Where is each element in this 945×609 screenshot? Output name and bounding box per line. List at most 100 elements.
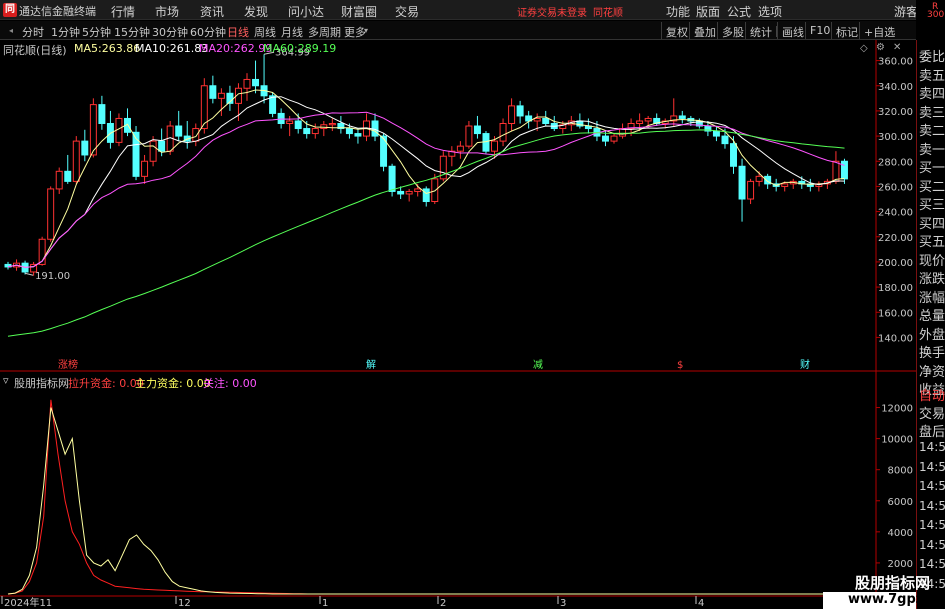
multi-stock-button[interactable]: 多股 <box>717 22 748 39</box>
menu-item-guest[interactable]: 游客 <box>894 3 918 20</box>
quote-label: 买一 <box>919 161 945 176</box>
candle-body <box>81 140 89 156</box>
candle-body <box>712 130 720 137</box>
ma10-label: MA10:261.83 <box>135 42 209 55</box>
more-dropdown-icon[interactable]: ▾ <box>364 26 368 35</box>
period-weekly[interactable]: 周线 <box>254 24 276 40</box>
ma20-label: MA20:262.99 <box>199 42 273 55</box>
quote-tab[interactable]: 交易 <box>919 403 945 422</box>
quote-label: 买五 <box>919 235 945 250</box>
event-marker: 财 <box>800 358 810 371</box>
candle-body <box>644 117 652 122</box>
watermark-title: 股朋指标网 <box>855 574 931 592</box>
candle-body <box>832 160 840 182</box>
menu-item-wealth[interactable]: 财富圈 <box>341 3 377 20</box>
quote-header-code: 300 <box>927 10 945 20</box>
candle-body <box>158 140 166 152</box>
candle-body <box>141 160 149 177</box>
indicator-collapse-icon[interactable]: ▿ <box>3 374 9 387</box>
candle-body <box>72 140 80 182</box>
add-favorite-button[interactable]: +自选 <box>859 22 899 39</box>
app-logo-icon: 同 <box>3 3 17 17</box>
candle-body <box>465 125 473 147</box>
period-monthly[interactable]: 月线 <box>281 24 303 40</box>
chart-collapse-icon[interactable]: ◇ <box>860 43 868 54</box>
quote-header <box>916 0 945 40</box>
indicator-title: 股朋指标网 <box>14 377 69 390</box>
candle-body <box>533 117 541 122</box>
event-marker: 涨榜 <box>58 358 78 371</box>
price-chart[interactable]: 360.00 340.00 320.00 300.00 280.00 260.00 240.… <box>0 40 916 372</box>
period-daily[interactable]: 日线 <box>227 24 249 40</box>
candle-body <box>269 95 277 114</box>
y-tick-label: 200.00 <box>878 258 913 269</box>
candle-body <box>98 104 106 124</box>
quote-tab[interactable]: 盘后 <box>919 421 945 440</box>
menu-item-market[interactable]: 行情 <box>111 3 135 20</box>
statistics-button[interactable]: 统计 <box>745 22 776 39</box>
candle-body <box>482 133 490 152</box>
period-1min[interactable]: 1分钟 <box>51 24 80 40</box>
trade-time: 14:56 <box>919 459 945 474</box>
y-tick-label: 140.00 <box>878 333 913 344</box>
candle-body <box>320 124 328 130</box>
restore-right-button[interactable]: 复权 <box>661 22 692 39</box>
candle-body <box>730 143 737 167</box>
quote-label: 换手 <box>919 346 945 361</box>
period-30min[interactable]: 30分钟 <box>152 24 188 40</box>
period-5min[interactable]: 5分钟 <box>82 24 111 40</box>
chart-settings-icon[interactable]: ⚙ <box>876 42 885 53</box>
overlay-button[interactable]: 叠加 <box>689 22 720 39</box>
indicator-field-pull: 拉升资金: 0.00 <box>68 377 144 390</box>
candle-body <box>601 135 609 142</box>
candle-body <box>840 160 848 180</box>
auto-tab[interactable]: 自动 <box>919 385 945 404</box>
candle-body <box>542 117 550 125</box>
chart-close-icon[interactable]: ✕ <box>893 42 901 53</box>
period-timeshare[interactable]: 分时 <box>22 24 44 40</box>
candle-body <box>636 120 644 124</box>
quote-label: 现价 <box>919 253 945 269</box>
menu-item-options[interactable]: 选项 <box>758 3 782 20</box>
menu-item-function[interactable]: 功能 <box>666 3 690 20</box>
candle-body <box>508 105 516 124</box>
candle-body <box>738 165 746 200</box>
y-tick-label: 12000 <box>881 404 913 415</box>
candle-body <box>473 125 481 135</box>
login-notice[interactable]: 证券交易未登录 <box>517 4 587 19</box>
menu-item-trade[interactable]: 交易 <box>395 3 419 20</box>
trade-time: 14:56 <box>919 537 945 552</box>
y-tick-label: 6000 <box>888 497 913 508</box>
period-more[interactable]: 更多 <box>344 24 366 40</box>
menu-item-layout[interactable]: 版面 <box>696 3 720 20</box>
y-tick-label: 240.00 <box>878 208 913 219</box>
event-marker: 解 <box>366 358 376 371</box>
candle-body <box>516 105 524 117</box>
menu-item-news[interactable]: 资讯 <box>200 3 224 20</box>
period-multi[interactable]: 多周期 <box>308 24 341 40</box>
candle-body <box>294 120 302 130</box>
candle-body <box>678 115 686 119</box>
y-tick-label: 320.00 <box>878 107 913 118</box>
f10-button[interactable]: F10 <box>805 22 834 39</box>
draw-line-button[interactable]: 画线 <box>777 22 808 39</box>
trade-time: 14:56 <box>919 518 945 532</box>
menu-item-formula[interactable]: 公式 <box>727 3 751 20</box>
y-tick-label: 340.00 <box>878 82 913 93</box>
period-60min[interactable]: 60分钟 <box>190 24 226 40</box>
ma10-line <box>7 96 845 268</box>
candle-body <box>303 128 311 135</box>
mark-button[interactable]: 标记 <box>831 22 862 39</box>
period-15min[interactable]: 15分钟 <box>114 24 150 40</box>
trade-time: 14:56 <box>919 498 945 513</box>
candle-body <box>610 135 618 142</box>
toolbar-arrow-icon[interactable]: ◂ <box>9 26 13 35</box>
indicator-chart[interactable]: 120001000080006000400020002024年11 12 1 2 3 4 <box>0 372 916 609</box>
quote-label: 买三 <box>919 198 945 213</box>
candle-body <box>286 120 294 124</box>
menu-item-exchange[interactable]: 市场 <box>155 3 179 20</box>
menu-item-discover[interactable]: 发现 <box>244 3 268 20</box>
menu-item-ask[interactable]: 问小达 <box>288 3 324 20</box>
stock-title: 同花顺(日线) <box>3 44 67 57</box>
event-marker: $ <box>677 360 683 371</box>
